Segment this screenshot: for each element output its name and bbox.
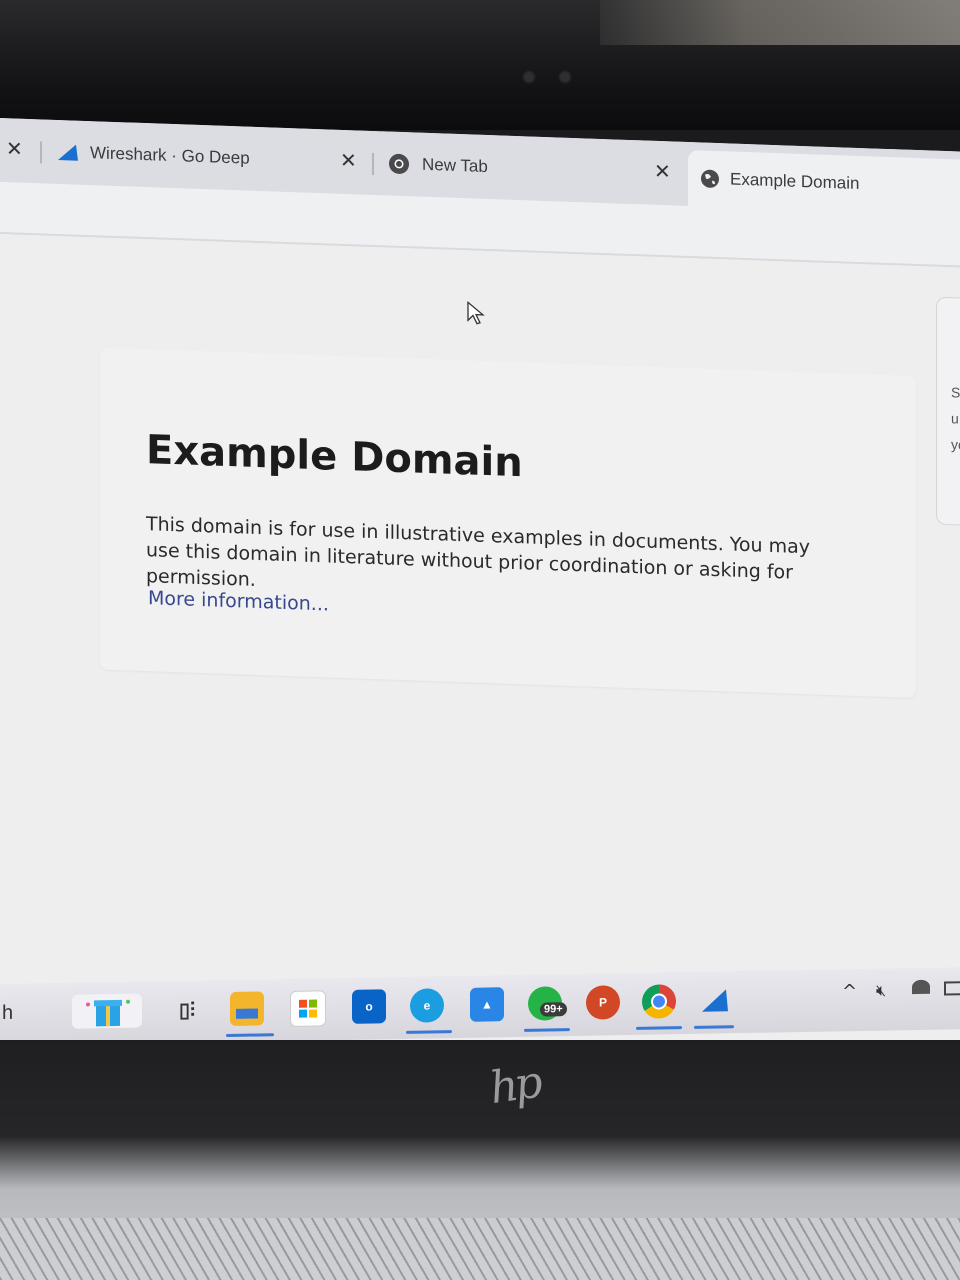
microsoft-store-icon[interactable] bbox=[290, 990, 326, 1027]
whatsapp-icon[interactable]: 99+ bbox=[528, 986, 567, 1021]
speaker-grille bbox=[0, 1218, 960, 1280]
tab-separator bbox=[372, 152, 374, 176]
side-panel[interactable]: S u yc bbox=[936, 296, 960, 527]
tab-label: Example Domain bbox=[730, 169, 860, 194]
page-viewport: S u yc Example Domain This domain is for… bbox=[0, 234, 960, 1082]
wireshark-fin-icon bbox=[58, 144, 78, 161]
powerpoint-icon[interactable]: P bbox=[586, 985, 620, 1020]
wireshark-icon[interactable] bbox=[698, 983, 732, 1018]
outlook-icon[interactable]: o bbox=[352, 989, 386, 1024]
mouse-cursor-icon bbox=[467, 300, 485, 325]
edge-icon[interactable]: e bbox=[410, 988, 444, 1023]
globe-icon bbox=[701, 169, 719, 188]
hp-logo: hp bbox=[486, 1056, 542, 1115]
webcam-sensor-icon bbox=[558, 70, 572, 84]
tab-label: Wireshark · Go Deep bbox=[90, 143, 250, 168]
browser-window: ✕ Wireshark · Go Deep ✕ New Tab ✕ Exampl bbox=[0, 118, 960, 1082]
webcam-icon bbox=[522, 70, 536, 84]
tab-example-domain[interactable]: Example Domain bbox=[688, 150, 960, 216]
active-app-indicator bbox=[524, 1028, 570, 1032]
active-app-indicator bbox=[226, 1033, 274, 1038]
network-icon[interactable] bbox=[912, 979, 930, 995]
laptop-bezel bbox=[0, 0, 960, 130]
active-app-indicator bbox=[694, 1025, 734, 1029]
chevron-up-icon[interactable]: ^ bbox=[842, 981, 857, 1002]
photos-icon[interactable]: ▲ bbox=[470, 987, 504, 1022]
chrome-icon bbox=[389, 153, 409, 174]
speaker-muted-icon[interactable]: 🔇︎ bbox=[876, 981, 886, 1001]
side-panel-text: u bbox=[951, 410, 959, 427]
close-tab-icon[interactable]: ✕ bbox=[6, 136, 23, 161]
battery-icon[interactable] bbox=[944, 981, 960, 996]
content-card: Example Domain This domain is for use in… bbox=[100, 347, 916, 698]
tab-separator bbox=[40, 141, 42, 164]
close-tab-icon[interactable]: ✕ bbox=[340, 148, 357, 173]
page-title: Example Domain bbox=[146, 427, 523, 487]
chrome-icon[interactable] bbox=[642, 984, 676, 1019]
search-box-fragment[interactable]: h bbox=[2, 1002, 13, 1025]
side-panel-text: yc bbox=[951, 436, 960, 453]
close-tab-icon[interactable]: ✕ bbox=[654, 159, 671, 184]
tab-wireshark[interactable]: Wireshark · Go Deep bbox=[56, 130, 356, 184]
gift-widget-icon[interactable] bbox=[72, 993, 142, 1029]
task-view-icon[interactable]: ▯⫶ bbox=[170, 992, 204, 1027]
side-panel-text: S bbox=[951, 384, 960, 401]
tab-new-tab[interactable]: New Tab bbox=[388, 142, 648, 195]
tab-label: New Tab bbox=[422, 154, 488, 177]
background-ceiling bbox=[600, 0, 960, 45]
active-app-indicator bbox=[406, 1030, 452, 1034]
active-app-indicator bbox=[636, 1026, 682, 1030]
file-explorer-icon[interactable] bbox=[230, 991, 264, 1026]
notification-badge: 99+ bbox=[540, 1002, 567, 1017]
